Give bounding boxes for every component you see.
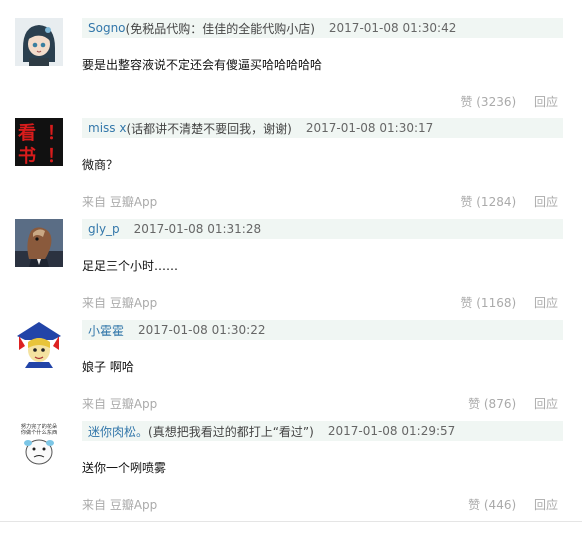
comment-text: 送你一个咧喷雾	[82, 461, 167, 475]
comment-time: 2017-01-08 01:31:28	[133, 222, 262, 236]
comment-text: 微商？	[82, 158, 119, 172]
reply-button[interactable]: 回应	[534, 195, 558, 209]
comment-time: 2017-01-08 01:29:57	[327, 424, 456, 438]
like-button[interactable]: 赞 (1284)	[460, 195, 516, 209]
author-signature: (免税品代购：佳佳的全能代购小店)	[125, 21, 315, 36]
comment-actions: 赞 (1284) 回应	[460, 193, 558, 210]
comment-source: 来自 豆瓣App	[82, 296, 158, 310]
avatar-glyph: 看	[17, 122, 36, 144]
comment-item: 小霍霍 2017-01-08 01:30:22 娘子 啊哈 来自 豆瓣App 赞…	[0, 320, 582, 421]
avatar[interactable]: 努力完了的花朵 你做个什么东西	[15, 421, 63, 469]
comment-text: 足足三个小时……	[82, 259, 179, 273]
avatar[interactable]	[15, 18, 63, 66]
reply-button[interactable]: 回应	[534, 296, 558, 310]
author-signature: (话都讲不清楚不要回我，谢谢)	[126, 121, 292, 136]
like-button[interactable]: 赞 (3236)	[460, 95, 516, 109]
comment-header: miss x (话都讲不清楚不要回我，谢谢) 2017-01-08 01:30:…	[82, 118, 563, 138]
comment-time: 2017-01-08 01:30:22	[138, 323, 266, 337]
like-button[interactable]: 赞 (876)	[468, 397, 516, 411]
comment-source: 来自 豆瓣App	[82, 397, 158, 411]
avatar[interactable]	[15, 320, 63, 368]
horse-avatar-icon	[15, 219, 63, 267]
red-calligraphy-avatar-icon: 看 ！ 书 ！	[15, 118, 63, 166]
avatar-caption: 你做个什么东西	[21, 428, 57, 436]
reply-button[interactable]: 回应	[534, 397, 558, 411]
meme-face-avatar-icon: 努力完了的花朵 你做个什么东西	[15, 421, 63, 469]
comment-text: 要是出整容液说不定还会有傻逼买哈哈哈哈哈	[82, 58, 323, 72]
comment-actions: 赞 (876) 回应	[468, 395, 558, 412]
reply-button[interactable]: 回应	[534, 95, 558, 109]
anime-girl-avatar-icon	[15, 18, 63, 66]
like-button[interactable]: 赞 (446)	[468, 498, 516, 512]
like-button[interactable]: 赞 (1168)	[460, 296, 516, 310]
comment-item: 努力完了的花朵 你做个什么东西 迷你肉松。 (真想把我看过的都打上“看过”) 2…	[0, 421, 582, 522]
comment-source: 来自 豆瓣App	[82, 195, 158, 209]
comment-actions: 赞 (3236) 回应	[460, 93, 558, 110]
cartoon-witch-avatar-icon	[15, 320, 63, 368]
comment-header: Sogno (免税品代购：佳佳的全能代购小店) 2017-01-08 01:30…	[82, 18, 563, 38]
avatar-glyph: ！	[47, 123, 63, 144]
comment-actions: 赞 (1168) 回应	[460, 294, 558, 311]
comment-item: Sogno (免税品代购：佳佳的全能代购小店) 2017-01-08 01:30…	[0, 18, 582, 119]
author-link[interactable]: miss x	[88, 121, 126, 135]
comment-source: 来自 豆瓣App	[82, 498, 158, 512]
comment-text: 娘子 啊哈	[82, 360, 134, 374]
author-link[interactable]: gly_p	[88, 222, 120, 236]
list-divider	[0, 521, 582, 522]
avatar[interactable]	[15, 219, 63, 267]
comment-item: gly_p 2017-01-08 01:31:28 足足三个小时…… 来自 豆瓣…	[0, 219, 582, 320]
avatar-caption: 努力完了的花朵	[21, 422, 57, 430]
author-link[interactable]: Sogno	[88, 21, 126, 35]
reply-button[interactable]: 回应	[534, 498, 558, 512]
avatar-glyph: ！	[47, 146, 63, 166]
author-link[interactable]: 小霍霍	[88, 322, 124, 339]
author-link[interactable]: 迷你肉松。	[88, 423, 148, 440]
avatar[interactable]: 看 ！ 书 ！	[15, 118, 63, 166]
comment-header: 迷你肉松。 (真想把我看过的都打上“看过”) 2017-01-08 01:29:…	[82, 421, 563, 441]
comment-header: gly_p 2017-01-08 01:31:28	[82, 219, 563, 239]
comment-actions: 赞 (446) 回应	[468, 496, 558, 513]
comment-time: 2017-01-08 01:30:42	[328, 21, 457, 35]
comment-item: 看 ！ 书 ！ miss x (话都讲不清楚不要回我，谢谢) 2017-01-0…	[0, 118, 582, 219]
avatar-glyph: 书	[18, 146, 36, 166]
comment-time: 2017-01-08 01:30:17	[305, 121, 434, 135]
author-signature: (真想把我看过的都打上“看过”)	[148, 424, 314, 439]
comment-header: 小霍霍 2017-01-08 01:30:22	[82, 320, 563, 340]
